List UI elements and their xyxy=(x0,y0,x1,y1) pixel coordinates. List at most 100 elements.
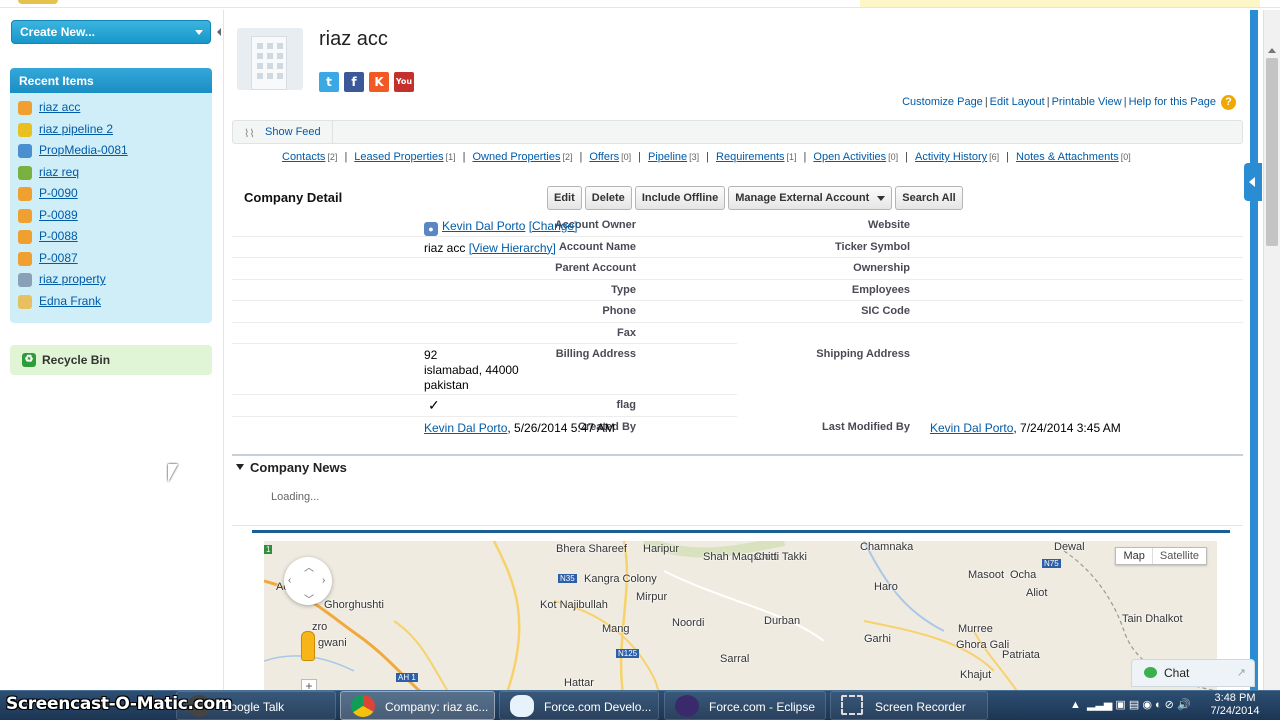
map-place-label: gwani xyxy=(318,637,347,649)
taskbar-item-force-dev[interactable]: Force.com Develo... xyxy=(499,691,659,720)
collapse-sidebar-icon[interactable] xyxy=(217,28,221,36)
created-by-user-link[interactable]: Kevin Dal Porto xyxy=(424,421,507,435)
taskbar-item-screen-recorder[interactable]: Screen Recorder xyxy=(830,691,988,720)
recent-items-title: Recent Items xyxy=(10,68,212,93)
taskbar-item-chrome[interactable]: Company: riaz ac... xyxy=(340,691,495,720)
help-for-page-link[interactable]: Help for this Page xyxy=(1129,96,1216,108)
window-edge xyxy=(1250,10,1258,690)
recent-item[interactable]: P-0089 xyxy=(10,205,212,227)
search-all-button[interactable]: Search All xyxy=(895,186,963,210)
recent-item[interactable]: riaz req xyxy=(10,162,212,184)
recent-item[interactable]: riaz pipeline 2 xyxy=(10,119,212,141)
recent-item[interactable]: Edna Frank xyxy=(10,291,212,313)
twitter-icon[interactable]: t xyxy=(319,72,339,92)
recycle-bin-link[interactable]: ♻ Recycle Bin xyxy=(10,345,212,375)
account-owner-link[interactable]: Kevin Dal Porto xyxy=(442,219,525,233)
recent-item-link[interactable]: P-0087 xyxy=(39,251,78,265)
field-label-sic-code: SIC Code xyxy=(861,305,910,317)
map-type-satellite-button[interactable]: Satellite xyxy=(1151,548,1206,564)
recent-item-link[interactable]: P-0089 xyxy=(39,208,78,222)
map-place-label: Aliot xyxy=(1026,587,1048,599)
recent-item[interactable]: PropMedia-0081 xyxy=(10,140,212,162)
modified-by-user-link[interactable]: Kevin Dal Porto xyxy=(930,421,1013,435)
recent-item-link[interactable]: riaz pipeline 2 xyxy=(39,122,113,136)
modified-date-text: , 7/24/2014 3:45 AM xyxy=(1013,420,1121,435)
vertical-scrollbar[interactable] xyxy=(1263,10,1280,690)
chat-widget[interactable]: Chat ↗ xyxy=(1131,659,1255,687)
recent-item-link[interactable]: riaz req xyxy=(39,165,79,179)
related-list-label: Contacts xyxy=(282,151,326,163)
billing-address-line: pakistan xyxy=(424,378,469,392)
view-hierarchy-link[interactable]: [View Hierarchy] xyxy=(469,241,556,255)
detail-row: Phone SIC Code xyxy=(232,301,1243,323)
related-list-link[interactable]: Pipeline [3] xyxy=(648,151,699,163)
pan-control[interactable]: ︿ ﹀ ‹ › xyxy=(284,557,332,606)
record-type-icon xyxy=(18,165,32,180)
company-news-toggle[interactable]: Company News xyxy=(236,460,347,475)
delete-button[interactable]: Delete xyxy=(584,186,632,210)
customize-page-link[interactable]: Customize Page xyxy=(902,96,983,108)
recent-item-link[interactable]: riaz property xyxy=(39,272,106,286)
record-type-icon xyxy=(18,101,32,115)
taskbar-clock[interactable]: 3:48 PM 7/24/2014 xyxy=(1200,692,1270,718)
map-place-label: Ocha xyxy=(1010,569,1037,581)
recent-item[interactable]: P-0090 xyxy=(10,183,212,205)
map-type-map-button[interactable]: Map xyxy=(1116,548,1151,564)
chevron-down-icon xyxy=(195,30,203,35)
recent-item[interactable]: riaz acc xyxy=(10,97,212,119)
recent-item[interactable]: P-0088 xyxy=(10,226,212,248)
map-canvas[interactable]: Bhera Shareef Haripur Shah Maqsood Chitti T… xyxy=(264,541,1217,690)
feed-bar: ⌇⌇ Show Feed xyxy=(232,120,1243,144)
related-list-link[interactable]: Leased Properties [1] xyxy=(354,151,455,163)
recent-item-link[interactable]: P-0088 xyxy=(39,229,78,243)
recent-items-panel: Recent Items riaz acc riaz pipeline 2 Prop… xyxy=(10,68,212,323)
map-place-label: Ghorghushti xyxy=(324,599,384,611)
include-offline-button[interactable]: Include Offline xyxy=(634,186,726,210)
recent-item-link[interactable]: Edna Frank xyxy=(39,294,101,308)
link-separator: | xyxy=(344,151,348,163)
map-roads xyxy=(264,541,1216,690)
street-view-pegman-icon[interactable] xyxy=(301,631,315,661)
related-list-link[interactable]: Owned Properties [2] xyxy=(472,151,572,163)
field-value-account-owner: ● Kevin Dal Porto [Change] xyxy=(424,219,577,236)
related-list-link[interactable]: Activity History [6] xyxy=(915,151,999,163)
klout-icon[interactable]: K xyxy=(369,72,389,92)
recent-item-link[interactable]: riaz acc xyxy=(39,100,80,114)
popout-icon[interactable]: ↗ xyxy=(1237,666,1246,679)
related-list-link[interactable]: Requirements [1] xyxy=(716,151,797,163)
manage-external-account-button[interactable]: Manage External Account xyxy=(728,186,893,210)
related-list-link[interactable]: Offers [0] xyxy=(589,151,631,163)
record-type-icon xyxy=(18,122,32,137)
field-label-website: Website xyxy=(868,219,910,231)
user-icon: ● xyxy=(424,222,438,236)
scroll-up-icon[interactable] xyxy=(1268,48,1276,53)
facebook-icon[interactable]: f xyxy=(344,72,364,92)
printable-view-link[interactable]: Printable View xyxy=(1052,96,1122,108)
triangle-down-icon xyxy=(236,464,244,470)
related-list-link[interactable]: Notes & Attachments [0] xyxy=(1016,151,1131,163)
related-list-link[interactable]: Contacts [2] xyxy=(282,151,337,163)
system-tray[interactable]: ▲ ▂▃▅ ▣ ▤ ◉ ◐ ⊘ 🔊 xyxy=(1070,698,1191,711)
recent-item[interactable]: riaz property xyxy=(10,269,212,291)
show-feed-button[interactable]: ⌇⌇ Show Feed xyxy=(233,121,333,143)
field-label-shipping-address: Shipping Address xyxy=(816,348,910,360)
record-type-icon xyxy=(18,273,32,287)
related-list-link[interactable]: Open Activities [0] xyxy=(813,151,898,163)
zoom-in-button[interactable]: + xyxy=(301,679,317,690)
field-value-billing-address: 92 islamabad, 44000 pakistan xyxy=(424,348,519,393)
related-list-label: Pipeline xyxy=(648,151,688,163)
side-panel-toggle[interactable] xyxy=(1244,163,1262,201)
recent-item[interactable]: P-0087 xyxy=(10,248,212,270)
edit-layout-link[interactable]: Edit Layout xyxy=(990,96,1045,108)
edit-button[interactable]: Edit xyxy=(547,186,582,210)
create-new-button[interactable]: Create New... xyxy=(11,20,211,44)
help-icon[interactable]: ? xyxy=(1221,95,1236,110)
recent-item-link[interactable]: PropMedia-0081 xyxy=(39,143,128,157)
taskbar-item-eclipse[interactable]: Force.com - Eclipse xyxy=(664,691,826,720)
scrollbar-thumb[interactable] xyxy=(1266,58,1278,246)
recent-item-link[interactable]: P-0090 xyxy=(39,186,78,200)
detail-row: Type Employees xyxy=(232,280,1243,301)
youtube-icon[interactable]: You Tube xyxy=(394,72,415,106)
change-owner-link[interactable]: [Change] xyxy=(529,219,578,233)
field-label-parent-account: Parent Account xyxy=(555,262,636,274)
